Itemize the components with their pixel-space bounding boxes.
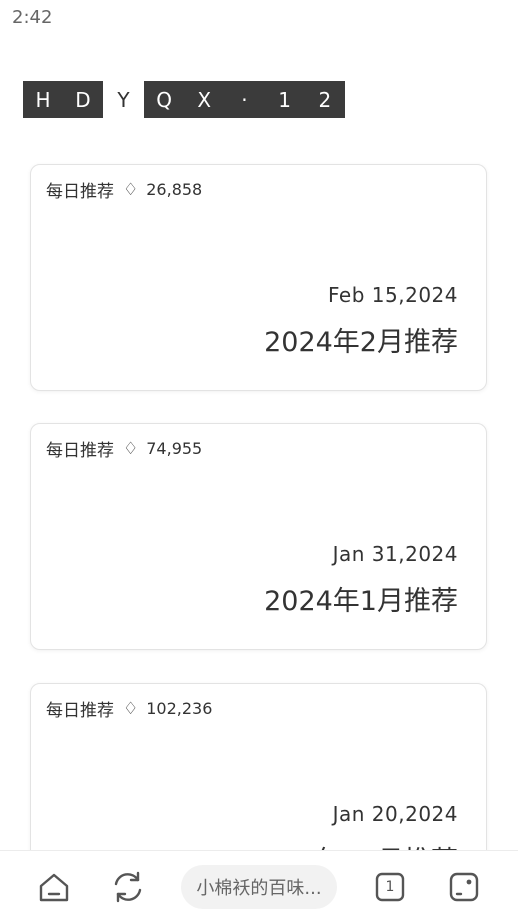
post-title[interactable]: 2024年2月推荐 <box>264 320 458 359</box>
post-title[interactable]: 2024年1月推荐 <box>264 579 458 618</box>
refresh-button[interactable] <box>110 869 146 905</box>
home-button[interactable] <box>36 869 72 905</box>
post-meta: 每日推荐 ♢ 74,955 <box>46 436 203 462</box>
tabs-count: 1 <box>385 879 395 895</box>
logo-block-1: H D <box>23 81 103 118</box>
logo-letter: Y <box>117 87 130 112</box>
logo-letter: H <box>35 87 51 112</box>
status-time: 2:42 <box>12 7 53 28</box>
logo-letter: 2 <box>318 87 332 112</box>
diamond-icon: ♢ <box>123 179 139 200</box>
address-search-bar[interactable]: 小棉袄的百味... <box>181 865 337 909</box>
post-date: Jan 20,2024 <box>332 802 458 826</box>
post-date: Jan 31,2024 <box>332 542 458 566</box>
post-meta: 每日推荐 ♢ 26,858 <box>46 177 203 203</box>
tabs-button[interactable]: 1 <box>372 869 408 905</box>
search-bar-text: 小棉袄的百味... <box>196 878 322 899</box>
diamond-icon: ♢ <box>123 698 139 719</box>
post-category[interactable]: 每日推荐 <box>46 436 114 461</box>
bottom-nav-bar: 小棉袄的百味... 1 <box>0 850 518 922</box>
home-icon <box>39 873 69 902</box>
post-views: 102,236 <box>146 699 213 718</box>
logo-letter: D <box>75 87 91 112</box>
post-card[interactable]: 每日推荐 ♢ 26,858 Feb 15,2024 2024年2月推荐 <box>30 164 487 391</box>
post-category[interactable]: 每日推荐 <box>46 696 114 721</box>
post-views: 74,955 <box>146 439 203 458</box>
logo-block-2: Q X · 1 2 <box>144 81 345 118</box>
logo-plain: Y <box>103 81 144 118</box>
logo-letter: X <box>197 87 212 112</box>
logo-letter: 1 <box>278 87 292 112</box>
post-views: 26,858 <box>146 180 203 199</box>
post-meta: 每日推荐 ♢ 102,236 <box>46 696 213 722</box>
refresh-icon <box>114 871 142 903</box>
profile-button[interactable] <box>446 869 482 905</box>
logo-letter: Q <box>156 87 172 112</box>
post-category[interactable]: 每日推荐 <box>46 177 114 202</box>
profile-icon <box>449 872 479 902</box>
diamond-icon: ♢ <box>123 438 139 459</box>
site-logo[interactable]: H D Y Q X · 1 2 <box>23 81 345 118</box>
logo-letter: · <box>241 87 248 112</box>
post-date: Feb 15,2024 <box>328 283 458 307</box>
post-card[interactable]: 每日推荐 ♢ 74,955 Jan 31,2024 2024年1月推荐 <box>30 423 487 650</box>
